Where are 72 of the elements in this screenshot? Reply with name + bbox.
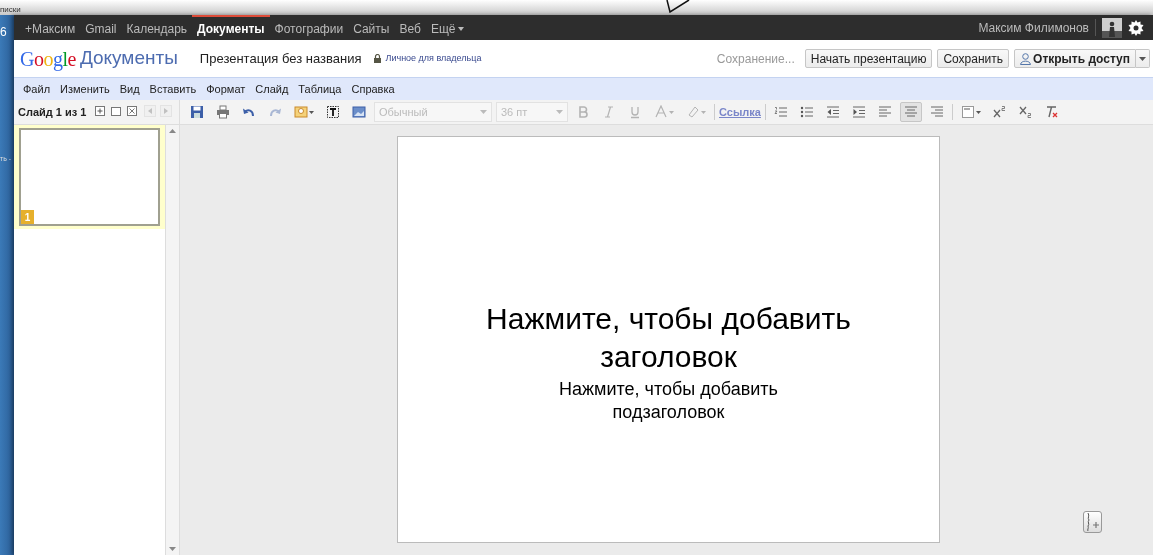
align-center-icon [903, 105, 918, 119]
settings-icon[interactable] [1128, 19, 1144, 36]
person-icon [1020, 52, 1032, 65]
menu-item[interactable]: Вид [114, 80, 145, 98]
caret-icon [556, 110, 563, 114]
slide-number: 1 [21, 210, 34, 224]
menu-item[interactable]: Формат [201, 80, 251, 98]
increase-indent-icon [851, 105, 866, 119]
scroll-down-icon[interactable] [169, 547, 176, 551]
share-menu-button[interactable] [1136, 49, 1150, 68]
toolbar-button[interactable]: Начать презентацию [804, 49, 933, 68]
shapes-icon [294, 105, 314, 119]
background-text: писки [0, 5, 21, 14]
google-logo[interactable]: Google [20, 43, 76, 74]
menu-item[interactable]: Файл [18, 80, 56, 98]
menu-item[interactable]: Вставить [144, 80, 202, 98]
document-title[interactable]: Презентация без названия [199, 48, 362, 69]
nav-link[interactable]: Сайты [348, 15, 395, 40]
align-right-icon [929, 105, 944, 119]
nav-link[interactable]: Веб [394, 15, 426, 40]
slide-counter: Слайд 1 из 1 [18, 104, 87, 120]
save-icon [190, 105, 204, 119]
superscript-icon [992, 105, 1007, 119]
avatar-icon[interactable] [1102, 17, 1122, 38]
bold-icon [576, 105, 590, 119]
image-icon [352, 105, 366, 119]
bullet-list-icon [799, 105, 814, 119]
duplicate-slide-icon [110, 105, 123, 119]
nav-link[interactable]: +Максим [20, 15, 81, 40]
toolbar-button[interactable]: Сохранить [937, 49, 1010, 68]
background-text: 6 [0, 24, 8, 41]
nav-link[interactable]: Фотографии [269, 15, 349, 40]
lock-icon [373, 54, 381, 63]
scroll-up-icon[interactable] [169, 129, 176, 133]
numbered-list-icon [773, 105, 788, 119]
nav-link[interactable]: Календарь [121, 15, 193, 40]
next-icon [160, 105, 173, 119]
delete-slide-icon [126, 105, 139, 119]
italic-icon [602, 105, 616, 119]
privacy-link[interactable]: Личное для владельца [385, 51, 482, 66]
notes-button[interactable] [1083, 511, 1102, 533]
menu-item[interactable]: Слайд [250, 80, 294, 98]
decrease-indent-icon [825, 105, 840, 119]
user-name-link[interactable]: Максим Филимонов [972, 19, 1096, 36]
previous-icon [144, 105, 157, 119]
text-color-icon [654, 105, 674, 119]
nav-link[interactable]: Ещё [425, 15, 470, 40]
menu-item[interactable]: Таблица [293, 80, 347, 98]
text-box-icon [326, 105, 340, 119]
print-icon [216, 105, 230, 119]
align-center-button[interactable] [899, 102, 922, 122]
subtitle-placeholder[interactable]: Нажмите, чтобы добавить подзаголовок [518, 378, 819, 424]
pen-stroke-icon [665, 0, 691, 13]
align-left-icon [877, 105, 892, 119]
highlighter-icon [686, 105, 706, 119]
caret-icon [480, 110, 487, 114]
vertical-align-icon [960, 105, 981, 119]
share-button[interactable]: Открыть доступ [1014, 49, 1136, 68]
add-slide-icon [94, 105, 107, 119]
menu-item[interactable]: Справка [346, 80, 400, 98]
subscript-icon [1018, 105, 1033, 119]
save-status: Сохранение... [716, 50, 795, 68]
profile-plus-icon [1084, 512, 1101, 532]
slide-canvas[interactable]: Нажмите, чтобы добавить заголовок Нажмите, чтобы добавить подзаголовок [397, 136, 940, 543]
product-name: Документы [79, 46, 178, 71]
nav-link[interactable]: Документы [192, 15, 270, 40]
caret-icon [1139, 56, 1146, 61]
underline-icon [628, 105, 642, 119]
menu-item[interactable]: Изменить [55, 80, 115, 98]
clear-formatting-icon [1044, 105, 1059, 119]
nav-link[interactable]: Gmail [80, 15, 122, 40]
title-placeholder[interactable]: Нажмите, чтобы добавить заголовок [453, 300, 884, 376]
